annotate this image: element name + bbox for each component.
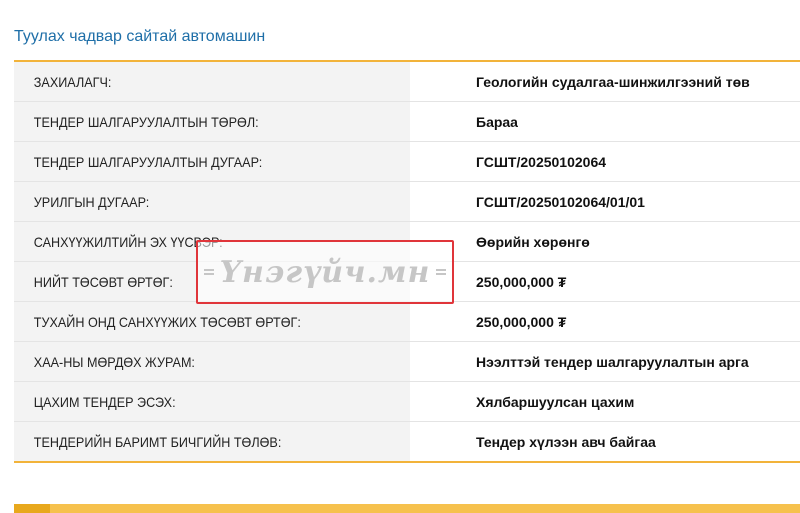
- row-label: ЗАХИАЛАГЧ:: [14, 62, 410, 101]
- watermark-dash-right: [436, 269, 446, 275]
- table-row: УРИЛГЫН ДУГААР: ГСШТ/20250102064/01/01: [14, 182, 800, 222]
- watermark-text: Үнэгүйч.мн: [219, 254, 431, 290]
- row-value: Нээлттэй тендер шалгаруулалтын арга: [454, 342, 800, 381]
- row-label: УРИЛГЫН ДУГААР:: [14, 182, 410, 221]
- table-row: ЗАХИАЛАГЧ: Геологийн судалгаа-шинжилгээн…: [14, 62, 800, 102]
- table-row: ТЕНДЕР ШАЛГАРУУЛАЛТЫН ДУГААР: ГСШТ/20250…: [14, 142, 800, 182]
- table-row: ТУХАЙН ОНД САНХҮҮЖИХ ТӨСӨВТ ӨРТӨГ: 250,0…: [14, 302, 800, 342]
- row-value: Бараа: [454, 102, 800, 141]
- row-value: Геологийн судалгаа-шинжилгээний төв: [454, 62, 800, 101]
- watermark: Үнэгүйч.мн: [196, 240, 454, 304]
- table-row: ХАА-НЫ МӨРДӨХ ЖУРАМ: Нээлттэй тендер шал…: [14, 342, 800, 382]
- row-value: Өөрийн хөрөнгө: [454, 222, 800, 261]
- watermark-dash-left: [204, 269, 214, 275]
- row-value: 250,000,000 ₮: [454, 302, 800, 341]
- row-label: ХАА-НЫ МӨРДӨХ ЖУРАМ:: [14, 342, 410, 381]
- table-row: ЦАХИМ ТЕНДЕР ЭСЭХ: Хялбаршуулсан цахим: [14, 382, 800, 422]
- row-label: ТУХАЙН ОНД САНХҮҮЖИХ ТӨСӨВТ ӨРТӨГ:: [14, 302, 410, 341]
- row-label: ТЕНДЕР ШАЛГАРУУЛАЛТЫН ДУГААР:: [14, 142, 410, 181]
- page-title: Туулах чадвар сайтай автомашин: [14, 28, 266, 45]
- row-label: ТЕНДЕР ШАЛГАРУУЛАЛТЫН ТӨРӨЛ:: [14, 102, 410, 141]
- row-value: ГСШТ/20250102064: [454, 142, 800, 181]
- row-value: 250,000,000 ₮: [454, 262, 800, 301]
- row-value: Тендер хүлээн авч байгаа: [454, 422, 800, 461]
- table-row: ТЕНДЕРИЙН БАРИМТ БИЧГИЙН ТӨЛӨВ: Тендер х…: [14, 422, 800, 461]
- table-row: ТЕНДЕР ШАЛГАРУУЛАЛТЫН ТӨРӨЛ: Бараа: [14, 102, 800, 142]
- row-label: ТЕНДЕРИЙН БАРИМТ БИЧГИЙН ТӨЛӨВ:: [14, 422, 410, 461]
- row-value: ГСШТ/20250102064/01/01: [454, 182, 800, 221]
- row-label: ЦАХИМ ТЕНДЕР ЭСЭХ:: [14, 382, 410, 421]
- bottom-accent-bar: [14, 504, 800, 513]
- row-value: Хялбаршуулсан цахим: [454, 382, 800, 421]
